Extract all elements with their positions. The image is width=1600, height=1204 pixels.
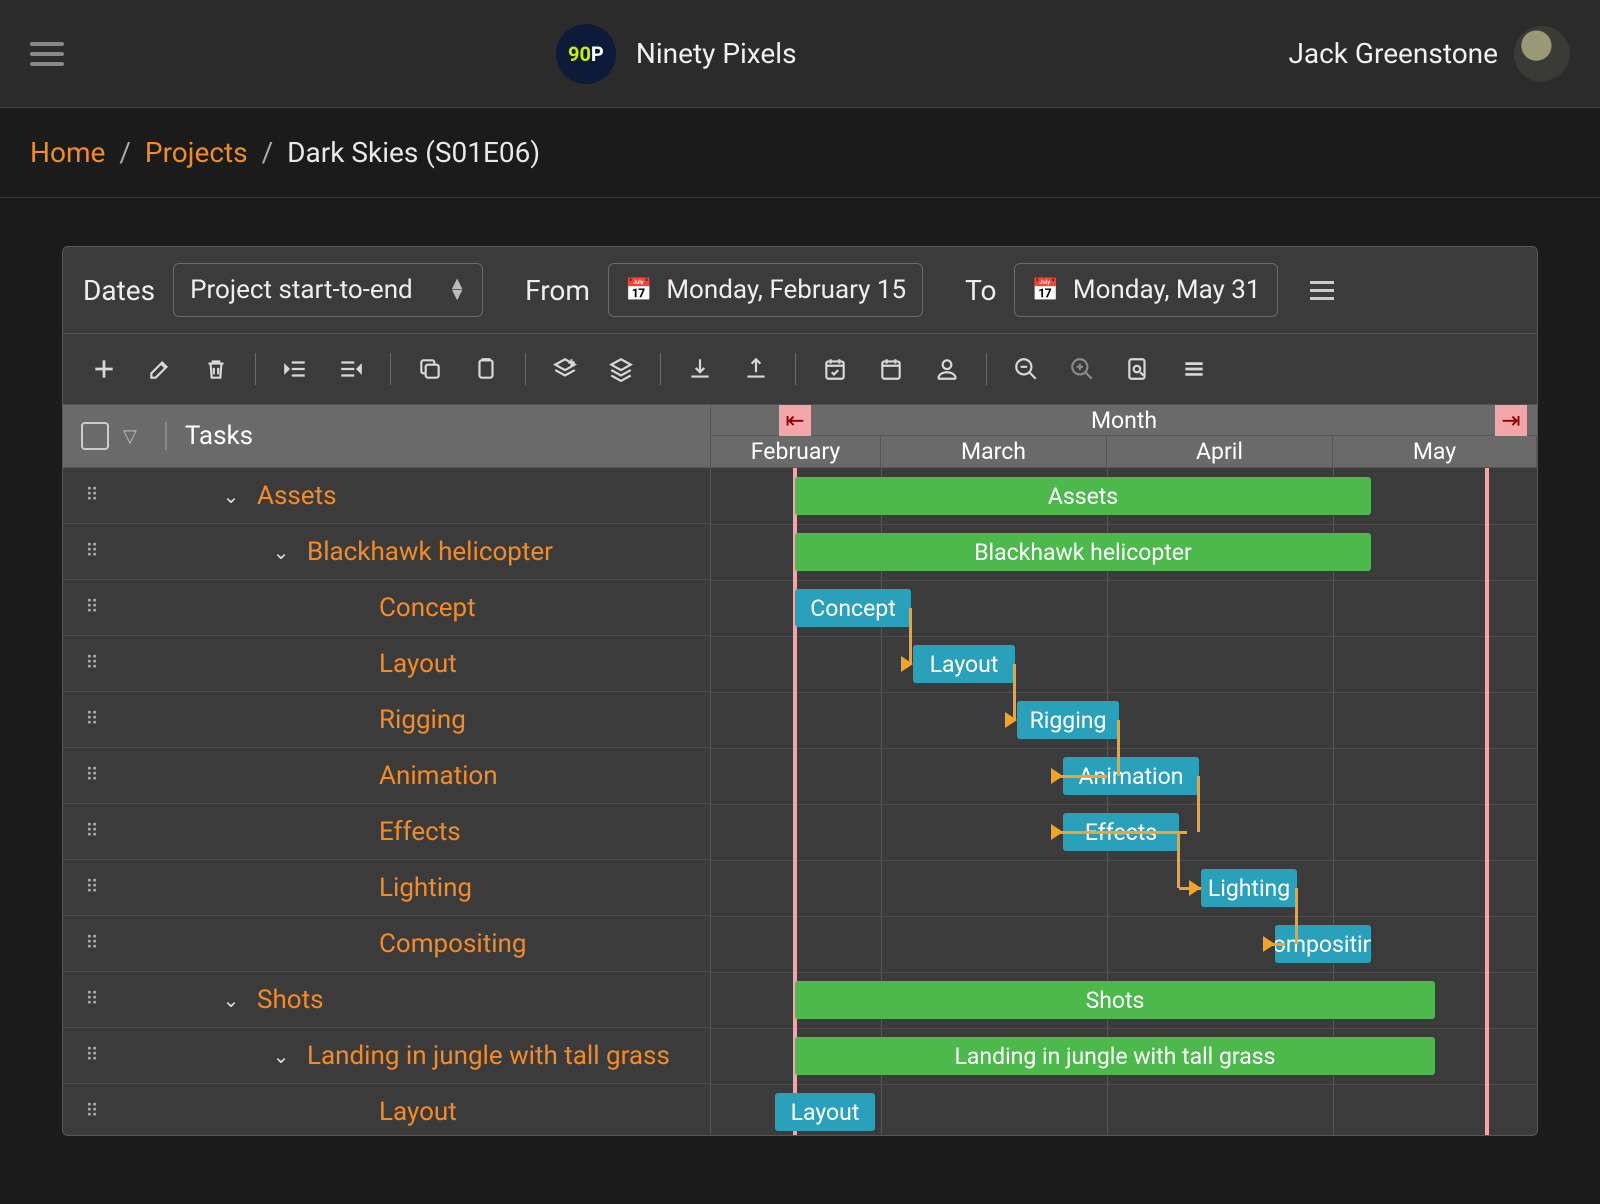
edit-button[interactable] [137,346,183,392]
copy-button[interactable] [407,346,453,392]
drag-handle-icon[interactable]: ⠿ [81,597,105,618]
gantt-bar[interactable]: Landing in jungle with tall grass [795,1037,1435,1075]
gantt-bar[interactable]: Assets [795,477,1371,515]
person-button[interactable] [924,346,970,392]
paste-button[interactable] [463,346,509,392]
zoom-fit-button[interactable] [1115,346,1161,392]
select-dropdown-icon[interactable]: ▽ [123,426,137,447]
timeline-scale-label: Month [1091,407,1157,434]
drag-handle-icon[interactable]: ⠿ [81,541,105,562]
month-header: February [711,436,881,467]
gantt-bar[interactable]: Concept [795,589,911,627]
drag-handle-icon[interactable]: ⠿ [81,1045,105,1066]
gantt-bar[interactable]: Compositing [1275,925,1371,963]
calendar-icon: 📅 [1031,278,1058,303]
date-range-select[interactable]: Project start-to-end ▲▼ [173,263,483,317]
from-label: From [525,274,590,307]
timeline-start-marker[interactable]: ⇤ [779,405,811,436]
chevron-down-icon[interactable]: ⌄ [219,484,243,508]
drag-handle-icon[interactable]: ⠿ [81,765,105,786]
brand-logo: 90P [556,24,616,84]
gantt-bar[interactable]: Layout [913,645,1015,683]
filter-menu-icon[interactable] [1310,281,1334,300]
task-label[interactable]: Layout [379,1097,457,1127]
breadcrumb-projects[interactable]: Projects [145,136,248,169]
task-label[interactable]: Rigging [379,705,466,735]
breadcrumb-home[interactable]: Home [30,136,105,169]
export-button[interactable] [733,346,779,392]
gantt-bar[interactable]: Lighting [1201,869,1297,907]
drag-handle-icon[interactable]: ⠿ [81,933,105,954]
avatar[interactable] [1514,26,1570,82]
drag-handle-icon[interactable]: ⠿ [81,877,105,898]
zoom-out-button[interactable] [1003,346,1049,392]
month-header: March [881,436,1107,467]
task-label[interactable]: Assets [257,481,337,511]
gantt-bar[interactable]: Rigging [1017,701,1119,739]
zoom-in-button[interactable] [1059,346,1105,392]
drag-handle-icon[interactable]: ⠿ [81,989,105,1010]
gantt-bar[interactable]: Shots [795,981,1435,1019]
task-label[interactable]: Shots [257,985,324,1015]
task-label[interactable]: Layout [379,649,457,679]
drag-handle-icon[interactable]: ⠿ [81,653,105,674]
task-label[interactable]: Compositing [379,929,527,959]
drag-handle-icon[interactable]: ⠿ [81,485,105,506]
layers-add-button[interactable] [542,346,588,392]
drag-handle-icon[interactable]: ⠿ [81,1101,105,1122]
drag-handle-icon[interactable]: ⠿ [81,821,105,842]
task-label[interactable]: Animation [379,761,498,791]
from-date-input[interactable]: 📅 Monday, February 15 [608,263,923,317]
breadcrumb: Home / Projects / Dark Skies (S01E06) [0,108,1600,198]
gantt-bar[interactable]: Blackhawk helicopter [795,533,1371,571]
task-label[interactable]: Concept [379,593,476,623]
hamburger-menu[interactable] [30,42,64,66]
tasks-column-header: Tasks [185,421,253,451]
indent-button[interactable] [328,346,374,392]
task-label[interactable]: Effects [379,817,461,847]
to-label: To [965,274,996,307]
gantt-bar[interactable]: Layout [775,1093,875,1131]
list-menu-button[interactable] [1171,346,1217,392]
calendar-icon: 📅 [625,278,652,303]
chevron-down-icon[interactable]: ⌄ [269,1044,293,1068]
chevron-down-icon[interactable]: ⌄ [219,988,243,1012]
to-date-input[interactable]: 📅 Monday, May 31 [1014,263,1277,317]
drag-handle-icon[interactable]: ⠿ [81,709,105,730]
calendar-check-button[interactable] [812,346,858,392]
delete-button[interactable] [193,346,239,392]
select-all-checkbox[interactable] [81,422,109,450]
month-header: May [1333,436,1537,467]
user-name[interactable]: Jack Greenstone [1288,37,1498,70]
month-header: April [1107,436,1333,467]
import-button[interactable] [677,346,723,392]
toolbar [63,334,1537,405]
task-label[interactable]: Blackhawk helicopter [307,537,553,567]
layers-button[interactable] [598,346,644,392]
add-button[interactable] [81,346,127,392]
task-label[interactable]: Landing in jungle with tall grass [307,1041,670,1071]
brand-name: Ninety Pixels [636,37,797,70]
outdent-button[interactable] [272,346,318,392]
task-label[interactable]: Lighting [379,873,472,903]
timeline-end-marker[interactable]: ⇥ [1495,405,1527,436]
sort-arrows-icon: ▲▼ [448,279,466,301]
calendar-grid-button[interactable] [868,346,914,392]
chevron-down-icon[interactable]: ⌄ [269,540,293,564]
breadcrumb-current: Dark Skies (S01E06) [287,136,540,169]
dates-label: Dates [83,274,155,307]
